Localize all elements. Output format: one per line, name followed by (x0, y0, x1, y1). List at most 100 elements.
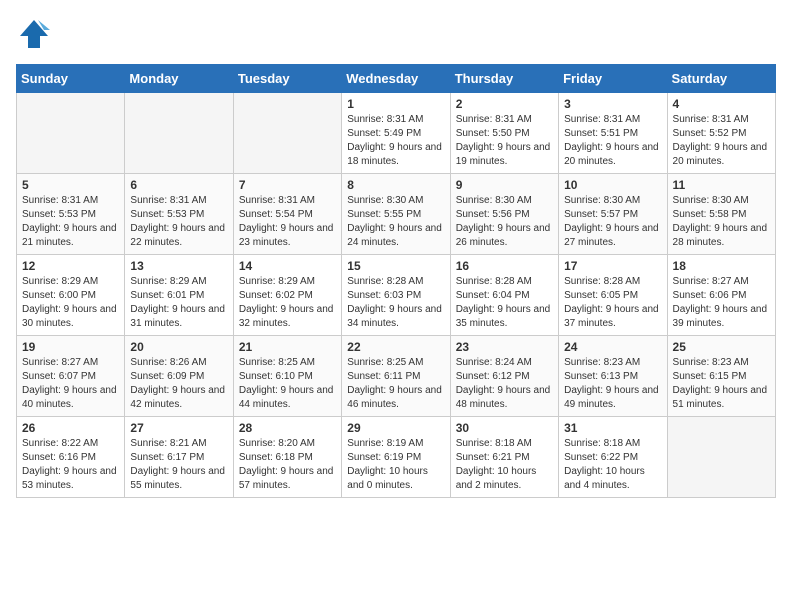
sunset-text: Sunset: 6:05 PM (564, 290, 638, 301)
day-info: Sunrise: 8:22 AMSunset: 6:16 PMDaylight:… (22, 437, 119, 493)
day-number: 11 (673, 178, 770, 192)
sunset-text: Sunset: 6:02 PM (239, 290, 313, 301)
day-number: 22 (347, 340, 444, 354)
daylight-text: Daylight: 10 hours and 0 minutes. (347, 466, 428, 491)
sunset-text: Sunset: 5:57 PM (564, 209, 638, 220)
calendar-cell: 7Sunrise: 8:31 AMSunset: 5:54 PMDaylight… (233, 174, 341, 255)
calendar-cell: 10Sunrise: 8:30 AMSunset: 5:57 PMDayligh… (559, 174, 667, 255)
sunrise-text: Sunrise: 8:21 AM (130, 438, 206, 449)
sunrise-text: Sunrise: 8:30 AM (456, 195, 532, 206)
daylight-text: Daylight: 9 hours and 19 minutes. (456, 142, 551, 167)
sunrise-text: Sunrise: 8:31 AM (347, 114, 423, 125)
day-number: 25 (673, 340, 770, 354)
calendar-cell: 11Sunrise: 8:30 AMSunset: 5:58 PMDayligh… (667, 174, 775, 255)
day-number: 23 (456, 340, 553, 354)
day-info: Sunrise: 8:30 AMSunset: 5:58 PMDaylight:… (673, 194, 770, 250)
calendar-cell (667, 417, 775, 498)
week-row-1: 1Sunrise: 8:31 AMSunset: 5:49 PMDaylight… (17, 93, 776, 174)
day-info: Sunrise: 8:23 AMSunset: 6:15 PMDaylight:… (673, 356, 770, 412)
sunrise-text: Sunrise: 8:28 AM (456, 276, 532, 287)
sunset-text: Sunset: 6:12 PM (456, 371, 530, 382)
sunset-text: Sunset: 6:21 PM (456, 452, 530, 463)
calendar-cell: 26Sunrise: 8:22 AMSunset: 6:16 PMDayligh… (17, 417, 125, 498)
day-info: Sunrise: 8:31 AM Sunset: 5:49 PM Daylight:… (347, 113, 444, 169)
day-info: Sunrise: 8:18 AMSunset: 6:22 PMDaylight:… (564, 437, 661, 493)
day-number: 3 (564, 97, 661, 111)
sunrise-text: Sunrise: 8:18 AM (564, 438, 640, 449)
day-number: 27 (130, 421, 227, 435)
sunset-text: Sunset: 5:52 PM (673, 128, 747, 139)
week-row-3: 12Sunrise: 8:29 AMSunset: 6:00 PMDayligh… (17, 255, 776, 336)
header-wednesday: Wednesday (342, 65, 450, 93)
sunset-text: Sunset: 6:16 PM (22, 452, 96, 463)
calendar-cell: 30Sunrise: 8:18 AMSunset: 6:21 PMDayligh… (450, 417, 558, 498)
logo (16, 16, 56, 52)
sunset-text: Sunset: 6:06 PM (673, 290, 747, 301)
calendar-cell (125, 93, 233, 174)
calendar-cell: 25 Sunrise: 8:23 AMSunset: 6:15 PMDayligh… (667, 336, 775, 417)
sunrise-text: Sunrise: 8:31 AM (239, 195, 315, 206)
day-info: Sunrise: 8:30 AMSunset: 5:55 PMDaylight:… (347, 194, 444, 250)
calendar-cell: 14Sunrise: 8:29 AMSunset: 6:02 PMDayligh… (233, 255, 341, 336)
sunset-text: Sunset: 6:13 PM (564, 371, 638, 382)
calendar-cell: 22Sunrise: 8:25 AMSunset: 6:11 PMDayligh… (342, 336, 450, 417)
sunrise-text: Sunrise: 8:24 AM (456, 357, 532, 368)
calendar-cell: 19Sunrise: 8:27 AMSunset: 6:07 PMDayligh… (17, 336, 125, 417)
calendar-cell: 23Sunrise: 8:24 AMSunset: 6:12 PMDayligh… (450, 336, 558, 417)
daylight-text: Daylight: 9 hours and 20 minutes. (673, 142, 768, 167)
sunset-text: Sunset: 6:17 PM (130, 452, 204, 463)
daylight-text: Daylight: 9 hours and 22 minutes. (130, 223, 225, 248)
sunrise-text: Sunrise: 8:29 AM (239, 276, 315, 287)
header-tuesday: Tuesday (233, 65, 341, 93)
day-info: Sunrise: 8:31 AMSunset: 5:53 PMDaylight:… (22, 194, 119, 250)
day-number: 20 (130, 340, 227, 354)
day-number: 31 (564, 421, 661, 435)
day-number: 21 (239, 340, 336, 354)
day-info: Sunrise: 8:20 AMSunset: 6:18 PMDaylight:… (239, 437, 336, 493)
sunset-text: Sunset: 6:19 PM (347, 452, 421, 463)
sunrise-text: Sunrise: 8:27 AM (22, 357, 98, 368)
sunrise-text: Sunrise: 8:30 AM (673, 195, 749, 206)
sunrise-text: Sunrise: 8:26 AM (130, 357, 206, 368)
daylight-text: Daylight: 9 hours and 53 minutes. (22, 466, 117, 491)
sunrise-text: Sunrise: 8:28 AM (347, 276, 423, 287)
sunrise-text: Sunrise: 8:23 AM (673, 357, 749, 368)
day-info: Sunrise: 8:18 AMSunset: 6:21 PMDaylight:… (456, 437, 553, 493)
sunrise-text: Sunrise: 8:31 AM (564, 114, 640, 125)
daylight-text: Daylight: 9 hours and 18 minutes. (347, 142, 442, 167)
calendar-cell: 21Sunrise: 8:25 AMSunset: 6:10 PMDayligh… (233, 336, 341, 417)
day-info: Sunrise: 8:29 AMSunset: 6:01 PMDaylight:… (130, 275, 227, 331)
daylight-text: Daylight: 9 hours and 42 minutes. (130, 385, 225, 410)
sunset-text: Sunset: 5:51 PM (564, 128, 638, 139)
sunset-text: Sunset: 6:01 PM (130, 290, 204, 301)
day-number: 9 (456, 178, 553, 192)
day-info: Sunrise: 8:26 AMSunset: 6:09 PMDaylight:… (130, 356, 227, 412)
calendar-cell: 2Sunrise: 8:31 AMSunset: 5:50 PMDaylight… (450, 93, 558, 174)
daylight-text: Daylight: 9 hours and 24 minutes. (347, 223, 442, 248)
calendar-cell: 8Sunrise: 8:30 AMSunset: 5:55 PMDaylight… (342, 174, 450, 255)
day-info: Sunrise: 8:29 AMSunset: 6:02 PMDaylight:… (239, 275, 336, 331)
sunset-text: Sunset: 5:58 PM (673, 209, 747, 220)
day-info: Sunrise: 8:31 AMSunset: 5:51 PMDaylight:… (564, 113, 661, 169)
page-header (16, 16, 776, 52)
sunrise-text: Sunrise: 8:28 AM (564, 276, 640, 287)
sunset-text: Sunset: 6:04 PM (456, 290, 530, 301)
sunset-text: Sunset: 5:53 PM (22, 209, 96, 220)
calendar-cell: 5Sunrise: 8:31 AMSunset: 5:53 PMDaylight… (17, 174, 125, 255)
daylight-text: Daylight: 9 hours and 37 minutes. (564, 304, 659, 329)
day-number: 2 (456, 97, 553, 111)
daylight-text: Daylight: 9 hours and 35 minutes. (456, 304, 551, 329)
week-row-4: 19Sunrise: 8:27 AMSunset: 6:07 PMDayligh… (17, 336, 776, 417)
calendar-cell: 4Sunrise: 8:31 AMSunset: 5:52 PMDaylight… (667, 93, 775, 174)
sunset-text: Sunset: 5:49 PM (347, 128, 421, 139)
week-row-2: 5Sunrise: 8:31 AMSunset: 5:53 PMDaylight… (17, 174, 776, 255)
daylight-text: Daylight: 9 hours and 40 minutes. (22, 385, 117, 410)
calendar-cell: 13Sunrise: 8:29 AMSunset: 6:01 PMDayligh… (125, 255, 233, 336)
day-number: 18 (673, 259, 770, 273)
day-number: 17 (564, 259, 661, 273)
calendar-table: SundayMondayTuesdayWednesdayThursdayFrid… (16, 64, 776, 498)
sunrise-text: Sunrise: 8:23 AM (564, 357, 640, 368)
daylight-text: Daylight: 9 hours and 57 minutes. (239, 466, 334, 491)
sunset-text: Sunset: 6:03 PM (347, 290, 421, 301)
header-row: SundayMondayTuesdayWednesdayThursdayFrid… (17, 65, 776, 93)
